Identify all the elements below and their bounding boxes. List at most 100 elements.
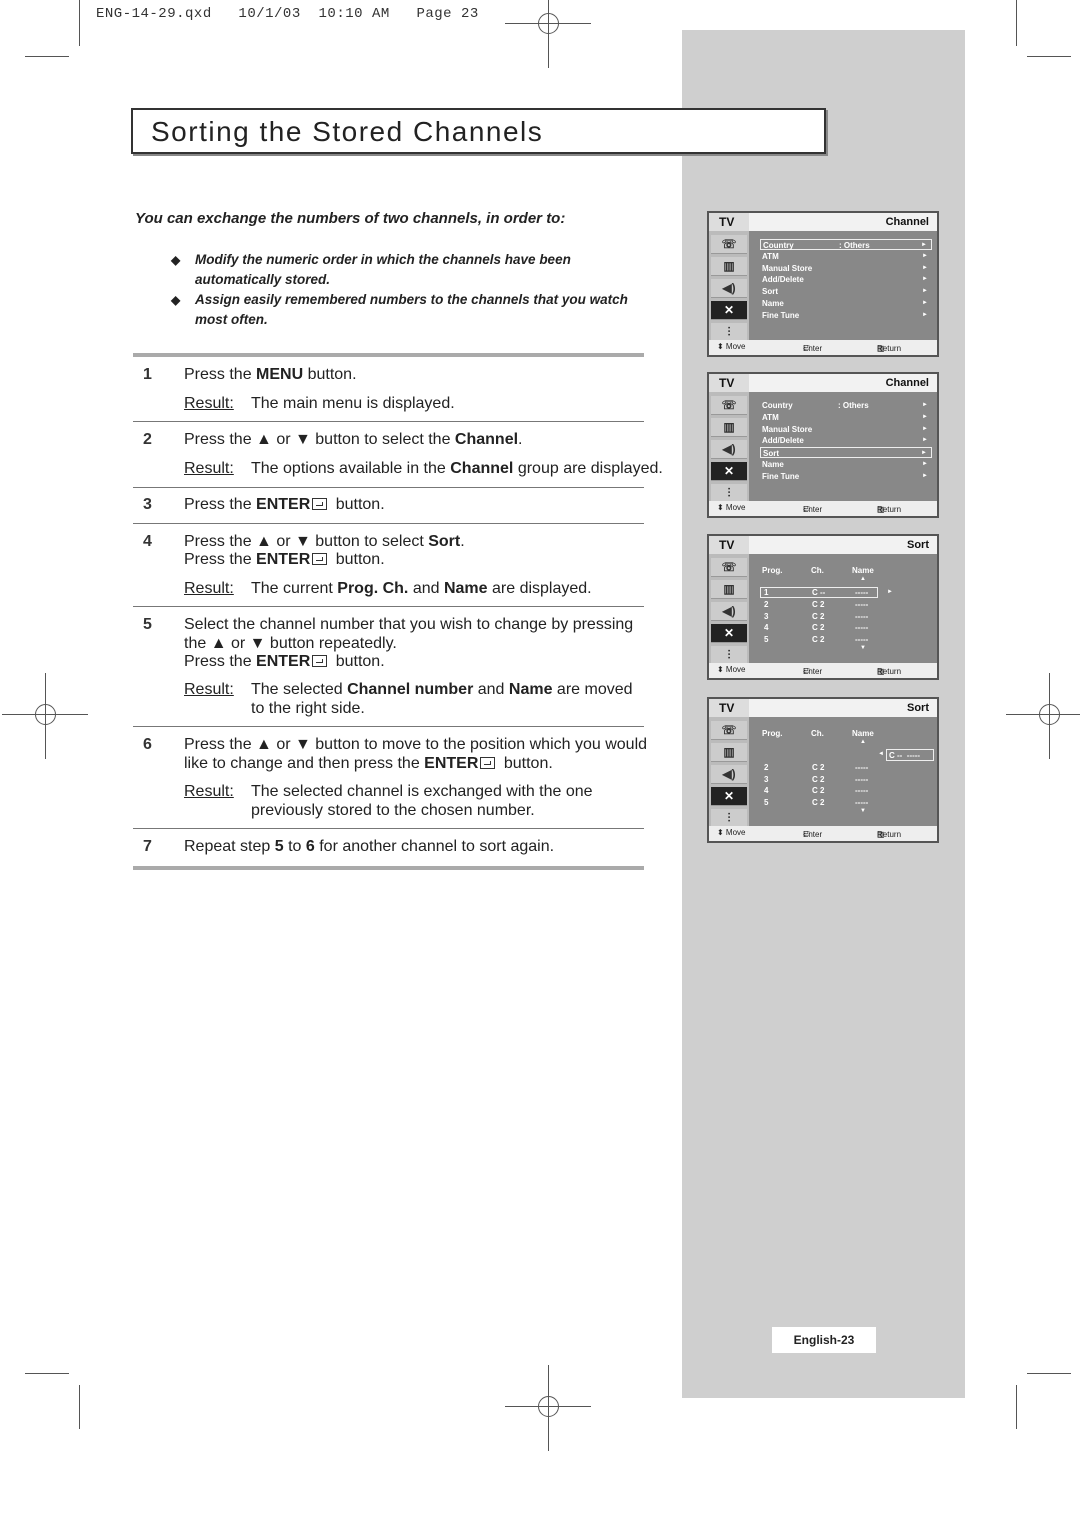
menu-item-label: ATM — [762, 412, 779, 422]
sort-cell: ----- — [855, 798, 869, 808]
divider — [133, 828, 644, 829]
page-title: Sorting the Stored Channels — [151, 116, 544, 147]
menu-item: Sort ► — [760, 447, 932, 459]
registration-mark — [505, 1365, 591, 1451]
sort-cell: ----- — [855, 786, 869, 796]
bullet-item: ◆ Assign easily remembered numbers to the… — [171, 292, 628, 327]
menu-item-value: : Others — [838, 401, 869, 410]
sort-cell: ----- — [855, 762, 869, 772]
arrow-right-icon: ► — [922, 413, 928, 420]
sort-cell: ----- — [855, 774, 869, 784]
arrow-right-icon: ► — [921, 242, 927, 248]
menu-icon-bar: ☏ ▥ ◀) ✕ ⫶ — [709, 717, 749, 828]
menu-item: Fine Tune ► — [760, 310, 932, 321]
crop-mark — [79, 1385, 80, 1429]
print-header: ENG-14-29.qxd 10/1/03 10:10 AM Page 23 — [96, 6, 479, 22]
step-5-text-2: the ▲ or ▼ button repeatedly. — [184, 635, 397, 652]
menu-item: Country: Others ► — [760, 400, 932, 411]
sort-cell: 5 — [764, 635, 769, 645]
channel-icon: ✕ — [711, 462, 747, 481]
menu-item: ATM ► — [760, 412, 932, 423]
sort-cell: C 2 — [812, 798, 825, 808]
enter-icon — [312, 498, 328, 510]
sort-cell: ----- — [855, 588, 869, 597]
moved-channel: C -- ----- — [886, 749, 934, 761]
divider — [133, 353, 644, 357]
arrow-right-icon: ► — [922, 472, 928, 479]
step-number: 7 — [143, 838, 152, 855]
divider — [133, 523, 644, 524]
result-label: Result: — [184, 395, 234, 412]
arrow-right-icon: ► — [922, 252, 928, 259]
diamond-icon: ◆ — [171, 253, 181, 267]
channel-icon: ✕ — [711, 787, 747, 806]
menu-item-label: Name — [762, 299, 784, 308]
menu-item-label: Sort — [763, 449, 779, 459]
step-6-text: Press the ▲ or ▼ button to move to the p… — [184, 736, 648, 753]
divider — [133, 487, 644, 488]
menu-footer: ⬍ Move ⏎ Enter ▥ Return — [709, 826, 937, 841]
sort-cell: C 2 — [812, 786, 825, 796]
step-6-result-2: previously stored to the chosen number. — [251, 802, 535, 819]
sound-icon: ◀) — [711, 279, 747, 298]
channel-icon: ✕ — [711, 301, 747, 320]
bullet-item: ◆ Modify the numeric order in which the c… — [171, 252, 571, 287]
step-number: 2 — [143, 431, 152, 448]
enter-label: Enter — [803, 344, 823, 353]
divider — [133, 606, 644, 607]
menu-item: Name ► — [760, 298, 932, 309]
step-4-text: Press the ▲ or ▼ button to select Sort. — [184, 533, 465, 550]
input-icon: ☏ — [711, 235, 747, 254]
sort-cell: C 2 — [812, 635, 825, 645]
menu-item-label: Add/Delete — [762, 275, 804, 285]
title-box: Sorting the Stored Channels — [131, 108, 826, 154]
result-label: Result: — [184, 783, 234, 800]
return-label: Return — [877, 830, 902, 839]
sort-cell: C -- — [812, 588, 826, 597]
arrow-down-icon: ▼ — [860, 645, 866, 651]
step-1-result: The main menu is displayed. — [251, 395, 455, 412]
crop-mark — [79, 0, 80, 46]
crop-mark — [1027, 56, 1071, 57]
menu-tv-label: TV — [709, 536, 749, 554]
step-number: 1 — [143, 366, 152, 383]
menu-footer: ⬍ Move ⏎ Enter ▥ Return — [709, 501, 937, 516]
move-hint: ⬍ Move — [717, 665, 746, 674]
step-1-text: Press the MENU button. — [184, 366, 357, 383]
step-5-result: The selected Channel number and Name are… — [251, 681, 633, 698]
step-5-result-2: to the right side. — [251, 700, 365, 717]
menu-title: Channel — [749, 213, 937, 231]
step-2-text: Press the ▲ or ▼ button to select the Ch… — [184, 431, 523, 448]
column-header: Prog. — [762, 566, 783, 575]
step-6-text-2: like to change and then press the ENTER … — [184, 755, 553, 772]
menu-item-label: Fine Tune — [762, 310, 800, 320]
enter-label: Enter — [803, 830, 823, 839]
step-4-text-2: Press the ENTER button. — [184, 551, 385, 568]
sort-cell: 1 — [764, 588, 769, 597]
divider — [133, 421, 644, 422]
arrow-left-icon: ◄ — [878, 751, 884, 757]
enter-icon — [312, 655, 328, 667]
sort-cell: C 2 — [812, 774, 825, 784]
arrow-right-icon: ► — [922, 311, 928, 318]
crop-mark — [25, 56, 69, 57]
return-label: Return — [877, 667, 902, 676]
column-header: Prog. — [762, 729, 783, 738]
arrow-right-icon: ► — [922, 288, 928, 295]
menu-item: Add/Delete ► — [760, 435, 932, 446]
sort-cell: 3 — [764, 774, 769, 784]
column-header: Name — [852, 566, 874, 575]
sort-cell: C 2 — [812, 623, 825, 633]
menu-item-label: Sort — [762, 287, 778, 297]
menu-tv-label: TV — [709, 213, 749, 231]
picture-icon: ▥ — [711, 257, 747, 276]
arrow-right-icon: ► — [921, 450, 927, 457]
sort-cell: 3 — [764, 611, 769, 621]
step-number: 4 — [143, 533, 152, 550]
tv-menu: TV Channel ☏ ▥ ◀) ✕ ⫶ Country: Others ► ATM ► Manua… — [707, 372, 939, 518]
enter-label: Enter — [803, 505, 823, 514]
column-header: Name — [852, 729, 874, 738]
menu-item-label: Manual Store — [762, 424, 813, 434]
sort-cell: C 2 — [812, 762, 825, 772]
menu-item-label: Country — [762, 401, 793, 410]
